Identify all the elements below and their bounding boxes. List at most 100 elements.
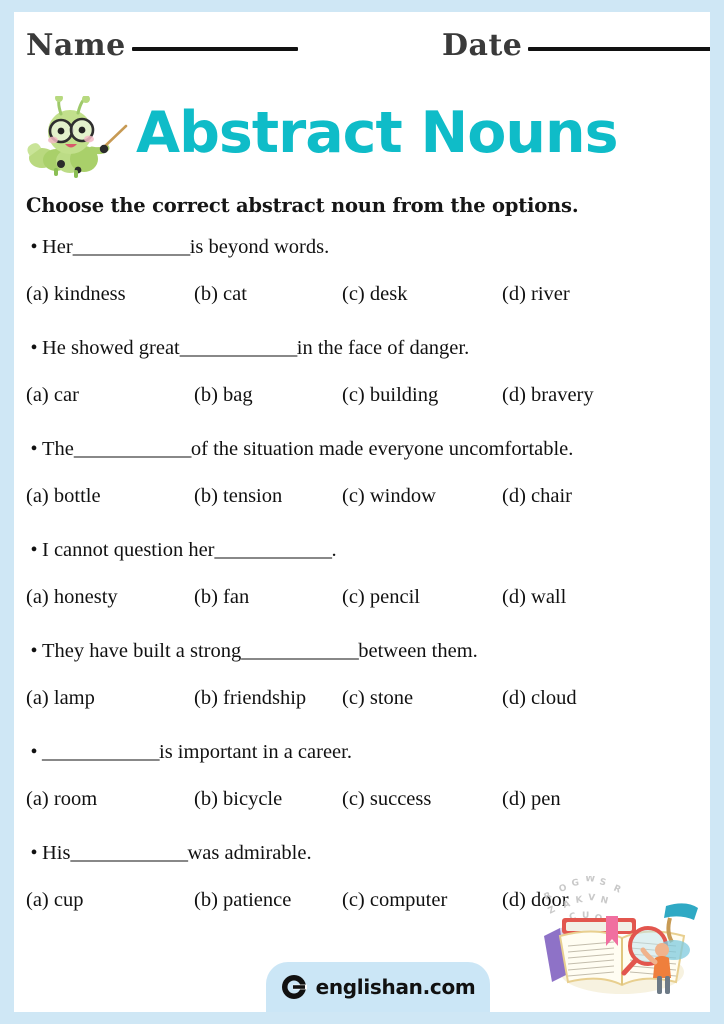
option-a[interactable]: (a) bottle (26, 485, 101, 508)
bullet-icon: • (30, 741, 38, 763)
englishan-c-logo-icon (281, 975, 307, 999)
question-text-after: . (331, 539, 337, 561)
date-write-line[interactable] (528, 47, 710, 51)
question-text-before: He showed great (42, 337, 180, 359)
question-text-after: was admirable. (187, 842, 312, 864)
answer-blank[interactable]: ____________ (74, 438, 192, 461)
svg-text:G: G (571, 878, 580, 889)
question-line: • Her ____________ is beyond words. (26, 236, 329, 259)
question-line: • His ____________ was admirable. (26, 842, 312, 865)
name-field[interactable]: Name (26, 28, 298, 63)
option-a[interactable]: (a) cup (26, 889, 83, 912)
bullet-icon: • (30, 337, 38, 359)
option-c[interactable]: (c) desk (342, 283, 407, 306)
name-date-row: Name Date (14, 12, 710, 70)
questions-list: • Her ____________ is beyond words. (a) … (14, 230, 710, 937)
name-label: Name (26, 28, 126, 63)
svg-text:A: A (562, 899, 572, 911)
option-b[interactable]: (b) bicycle (194, 788, 282, 811)
option-c[interactable]: (c) stone (342, 687, 413, 710)
answer-blank[interactable]: ____________ (180, 337, 298, 360)
question-block: • He showed great ____________ in the fa… (14, 331, 710, 432)
question-block: • I cannot question her ____________. (a… (14, 533, 710, 634)
svg-text:N: N (599, 895, 609, 907)
options-row: (a) room (b) bicycle (c) success (d) pen (14, 788, 710, 820)
bullet-icon: • (30, 842, 38, 864)
options-row: (a) car (b) bag (c) building (d) bravery (14, 384, 710, 416)
question-text-after: between them. (358, 640, 478, 662)
option-c[interactable]: (c) success (342, 788, 431, 811)
svg-text:Z: Z (547, 905, 558, 917)
bullet-icon: • (30, 236, 38, 258)
date-label: Date (442, 28, 523, 63)
svg-text:K: K (575, 895, 584, 906)
question-text-before: They have built a strong (42, 640, 242, 662)
svg-text:S: S (598, 877, 607, 888)
answer-blank[interactable]: ____________ (215, 539, 333, 562)
question-text-before: Her (42, 236, 73, 258)
caterpillar-teacher-icon (27, 96, 128, 178)
question-text-after: is important in a career. (159, 741, 352, 763)
question-line: • They have built a strong ____________ … (26, 640, 478, 663)
question-block: • The ____________ of the situation made… (14, 432, 710, 533)
options-row: (a) lamp (b) friendship (c) stone (d) cl… (14, 687, 710, 719)
options-row: (a) honesty (b) fan (c) pencil (d) wall (14, 586, 710, 618)
svg-text:R: R (612, 884, 622, 896)
options-row: (a) bottle (b) tension (c) window (d) ch… (14, 485, 710, 517)
name-write-line[interactable] (131, 47, 298, 51)
question-text-before: His (42, 842, 71, 864)
option-b[interactable]: (b) tension (194, 485, 282, 508)
option-c[interactable]: (c) window (342, 485, 436, 508)
svg-text:R: R (543, 891, 554, 903)
options-row: (a) kindness (b) cat (c) desk (d) river (14, 283, 710, 315)
question-line: • The ____________ of the situation made… (26, 438, 573, 461)
svg-text:O: O (558, 883, 569, 895)
question-text-before: The (42, 438, 74, 460)
option-a[interactable]: (a) honesty (26, 586, 118, 609)
option-b[interactable]: (b) bag (194, 384, 253, 407)
title-block: Abstract Nouns (14, 90, 710, 182)
bullet-icon: • (30, 539, 38, 561)
answer-blank[interactable]: ____________ (73, 236, 191, 259)
question-line: • I cannot question her ____________. (26, 539, 337, 562)
option-d[interactable]: (d) bravery (502, 384, 594, 407)
option-d[interactable]: (d) cloud (502, 687, 577, 710)
bullet-icon: • (30, 438, 38, 460)
option-c[interactable]: (c) pencil (342, 586, 420, 609)
option-d[interactable]: (d) chair (502, 485, 572, 508)
worksheet-canvas: Name Date Abstract Nouns Choose the corr… (0, 0, 724, 1024)
option-b[interactable]: (b) cat (194, 283, 247, 306)
date-field[interactable]: Date (442, 28, 710, 63)
answer-blank[interactable]: ____________ (70, 842, 188, 865)
option-d[interactable]: (d) wall (502, 586, 566, 609)
page-title: Abstract Nouns (136, 100, 618, 166)
svg-text:V: V (588, 893, 596, 903)
worksheet-page: Name Date Abstract Nouns Choose the corr… (14, 12, 710, 1012)
option-a[interactable]: (a) car (26, 384, 79, 407)
option-b[interactable]: (b) fan (194, 586, 249, 609)
question-text-after: is beyond words. (189, 236, 330, 258)
option-b[interactable]: (b) friendship (194, 687, 306, 710)
footer-brand-pill[interactable]: englishan.com (266, 962, 490, 1012)
option-a[interactable]: (a) lamp (26, 687, 95, 710)
question-text-before: I cannot question her (42, 539, 215, 561)
books-magnifier-study-illustration: R O G W S R Z A K V N C U O (543, 876, 698, 994)
question-block: • They have built a strong ____________ … (14, 634, 710, 735)
option-c[interactable]: (c) computer (342, 889, 447, 912)
option-a[interactable]: (a) kindness (26, 283, 126, 306)
answer-blank[interactable]: ____________ (42, 741, 160, 764)
question-text-after: of the situation made everyone uncomfort… (190, 438, 574, 460)
question-block: • ____________ is important in a career.… (14, 735, 710, 836)
answer-blank[interactable]: ____________ (241, 640, 359, 663)
option-d[interactable]: (d) pen (502, 788, 561, 811)
option-d[interactable]: (d) river (502, 283, 570, 306)
instruction-text: Choose the correct abstract noun from th… (26, 194, 579, 217)
brand-name: englishan.com (315, 975, 476, 999)
svg-text:W: W (585, 876, 596, 885)
option-a[interactable]: (a) room (26, 788, 97, 811)
question-line: • ____________ is important in a career. (26, 741, 352, 764)
question-line: • He showed great ____________ in the fa… (26, 337, 469, 360)
question-block: • Her ____________ is beyond words. (a) … (14, 230, 710, 331)
option-b[interactable]: (b) patience (194, 889, 291, 912)
option-c[interactable]: (c) building (342, 384, 438, 407)
